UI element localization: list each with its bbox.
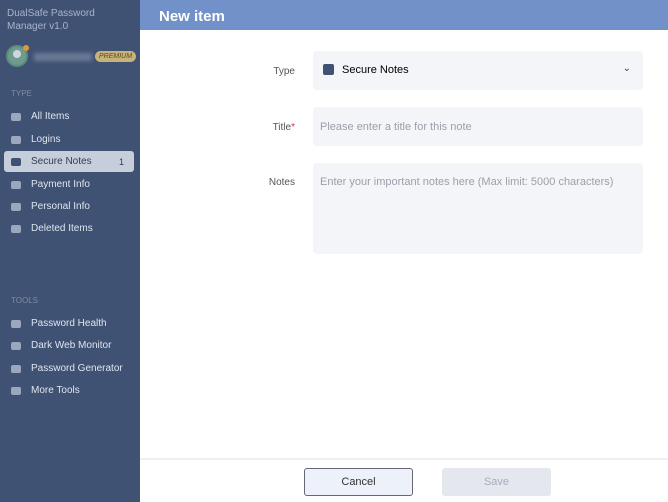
- sidebar-item-label: Deleted Items: [31, 223, 93, 234]
- required-mark: *: [291, 122, 295, 133]
- title-label: Title*: [140, 122, 295, 133]
- page-title: New item: [140, 0, 668, 30]
- sidebar-item-label: All Items: [31, 111, 70, 122]
- monitor-icon: [11, 341, 21, 350]
- note-icon: [323, 64, 334, 75]
- wallet-icon: [11, 180, 21, 189]
- save-button[interactable]: Save: [442, 468, 551, 496]
- type-value: Secure Notes: [342, 64, 409, 76]
- sidebar-item-all-items[interactable]: All Items: [4, 106, 134, 127]
- notes-label: Notes: [268, 177, 295, 188]
- sidebar-item-label: More Tools: [31, 385, 80, 396]
- app-title: DualSafe Password Manager v1.0: [7, 8, 95, 32]
- sidebar-item-label: Password Health: [31, 318, 107, 329]
- person-icon: [11, 202, 21, 211]
- sidebar-item-dark-web-monitor[interactable]: Dark Web Monitor: [4, 335, 134, 356]
- cancel-button[interactable]: Cancel: [304, 468, 413, 496]
- sidebar-item-password-health[interactable]: Password Health: [4, 313, 134, 334]
- type-section-label: TYPE: [11, 89, 32, 98]
- generator-icon: [11, 364, 21, 373]
- sidebar-item-payment-info[interactable]: Payment Info: [4, 174, 134, 195]
- all-items-icon: [11, 112, 21, 121]
- chevron-down-icon: ⌄: [622, 63, 631, 74]
- sidebar-item-personal-info[interactable]: Personal Info: [4, 196, 134, 217]
- title-label-text: Title: [272, 122, 292, 133]
- sidebar-item-label: Logins: [31, 134, 61, 145]
- title-input[interactable]: Please enter a title for this note: [313, 107, 643, 146]
- sidebar-item-label: Dark Web Monitor: [31, 340, 112, 351]
- type-select[interactable]: Secure Notes ⌄: [313, 51, 643, 90]
- sidebar-item-logins[interactable]: Logins: [4, 129, 134, 150]
- tools-section-label: TOOLS: [11, 296, 38, 305]
- sidebar: DualSafe Password Manager v1.0 PREMIUM T…: [0, 0, 140, 502]
- status-dot: [23, 45, 29, 51]
- sidebar-item-deleted-items[interactable]: Deleted Items: [4, 218, 134, 239]
- premium-badge: PREMIUM: [95, 51, 137, 62]
- type-label: Type: [273, 66, 295, 77]
- footer-divider: [140, 458, 668, 460]
- trash-icon: [11, 224, 21, 233]
- item-count: 1: [118, 156, 124, 167]
- sidebar-item-label: Secure Notes: [31, 156, 92, 167]
- toolbox-icon: [11, 386, 21, 395]
- sidebar-item-password-generator[interactable]: Password Generator: [4, 358, 134, 379]
- lock-icon: [11, 135, 21, 144]
- sidebar-item-label: Password Generator: [31, 363, 123, 374]
- sidebar-item-secure-notes[interactable]: Secure Notes 1: [4, 151, 134, 172]
- sidebar-item-label: Personal Info: [31, 201, 90, 212]
- user-profile[interactable]: PREMIUM: [6, 45, 137, 69]
- health-icon: [11, 319, 21, 328]
- note-icon: [11, 157, 21, 166]
- notes-textarea[interactable]: Enter your important notes here (Max lim…: [313, 163, 643, 254]
- sidebar-item-label: Payment Info: [31, 179, 90, 190]
- user-name-blurred: [34, 53, 92, 61]
- sidebar-item-more-tools[interactable]: More Tools: [4, 380, 134, 401]
